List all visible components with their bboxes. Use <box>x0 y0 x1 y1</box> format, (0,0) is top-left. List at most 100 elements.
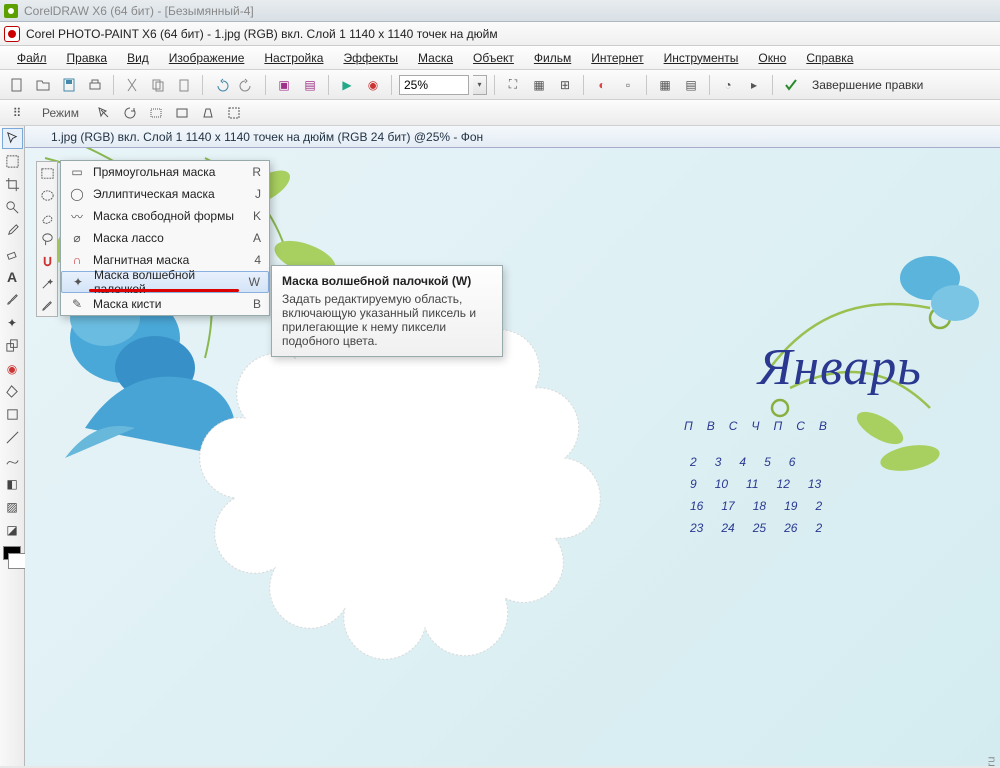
redeye-tool[interactable]: ◉ <box>2 358 23 379</box>
flyout-brush-mask[interactable]: ✎ Маска кисти B <box>61 293 269 315</box>
eraser-tool[interactable] <box>2 243 23 264</box>
photopaint-icon <box>4 26 20 42</box>
magic-wand-mask-icon[interactable] <box>37 272 58 294</box>
clear-mask-button[interactable]: ▫ <box>617 74 639 96</box>
freehand-mask-icon[interactable] <box>37 206 58 228</box>
menu-edit[interactable]: Правка <box>58 48 117 68</box>
property-bar: ⠿ Режим <box>0 100 1000 126</box>
mask-overlay-button[interactable]: ◐ <box>591 74 613 96</box>
options-button[interactable]: ▦ <box>654 74 676 96</box>
calendar-row: 232425262 <box>680 521 1000 535</box>
paste-button[interactable] <box>173 74 195 96</box>
line-tool[interactable] <box>2 427 23 448</box>
text-tool[interactable]: A <box>2 266 23 287</box>
toolbox: A ✦ ◉ ◧ ▨ ◪ <box>0 126 25 766</box>
tray-button[interactable]: ▸ <box>743 74 765 96</box>
clone-tool[interactable] <box>2 335 23 356</box>
menu-window[interactable]: Окно <box>749 48 795 68</box>
menu-mask[interactable]: Маска <box>409 48 462 68</box>
mask-tool[interactable] <box>2 151 23 172</box>
mode-normal-button[interactable] <box>93 102 115 124</box>
tooltip-title: Маска волшебной палочкой (W) <box>282 274 492 288</box>
rulers-button[interactable]: ▦ <box>528 74 550 96</box>
flyout-freehand-mask[interactable]: 〰 Маска свободной формы K <box>61 205 269 227</box>
separator <box>113 75 114 95</box>
zoom-dropdown[interactable]: ▾ <box>473 75 487 95</box>
tooltip-popup: Маска волшебной палочкой (W) Задать реда… <box>271 265 503 357</box>
transparency-tool[interactable]: ▨ <box>2 496 23 517</box>
menu-bar: Файл Правка Вид Изображение Настройка Эф… <box>0 46 1000 70</box>
launch-button[interactable]: ▶ <box>336 74 358 96</box>
document-tab[interactable]: 1.jpg (RGB) вкл. Слой 1 1140 x 1140 точе… <box>25 126 1000 148</box>
zoom-tool[interactable] <box>2 197 23 218</box>
mode-rect-button[interactable] <box>223 102 245 124</box>
menu-object[interactable]: Объект <box>464 48 523 68</box>
photopaint-titlebar[interactable]: Corel PHOTO-PAINT X6 (64 бит) - 1.jpg (R… <box>0 22 1000 46</box>
prop-grip-icon: ⠿ <box>6 102 28 124</box>
pick-tool[interactable] <box>2 128 23 149</box>
cut-button[interactable] <box>121 74 143 96</box>
calendar-row: 910111213 <box>680 477 1000 491</box>
zoom-level-input[interactable]: 25% <box>399 75 469 95</box>
dockers-button[interactable]: ▤ <box>680 74 702 96</box>
menu-web[interactable]: Интернет <box>582 48 652 68</box>
fill-tool[interactable] <box>2 381 23 402</box>
color-swatches[interactable] <box>3 546 21 560</box>
mode-distort-button[interactable] <box>171 102 193 124</box>
redo-button[interactable] <box>236 74 258 96</box>
rect-mask-icon[interactable] <box>37 162 58 184</box>
mode-skew-button[interactable] <box>145 102 167 124</box>
calendar-month: Январь <box>680 338 1000 397</box>
flyout-ellipse-mask[interactable]: ◯ Эллиптическая маска J <box>61 183 269 205</box>
menu-effects[interactable]: Эффекты <box>334 48 407 68</box>
finish-edit-button[interactable] <box>780 74 802 96</box>
effect-tool[interactable]: ✦ <box>2 312 23 333</box>
new-button[interactable] <box>6 74 28 96</box>
dropshadow-tool[interactable]: ◪ <box>2 519 23 540</box>
finish-edit-label: Завершение правки <box>812 78 923 92</box>
crop-tool[interactable] <box>2 174 23 195</box>
menu-help[interactable]: Справка <box>797 48 862 68</box>
magnetic-mask-icon[interactable] <box>37 250 58 272</box>
welcome-button[interactable]: ◉ <box>362 74 384 96</box>
interactive-fill-tool[interactable]: ◧ <box>2 473 23 494</box>
eyedropper-tool[interactable] <box>2 220 23 241</box>
document-tab-label: 1.jpg (RGB) вкл. Слой 1 1140 x 1140 точе… <box>51 130 483 144</box>
flyout-lasso-mask[interactable]: ⌀ Маска лассо A <box>61 227 269 249</box>
print-button[interactable] <box>84 74 106 96</box>
calendar-row: 23456 <box>680 455 1000 469</box>
menu-image[interactable]: Изображение <box>160 48 254 68</box>
brush-mask-icon[interactable] <box>37 294 58 316</box>
outer-title-text: CorelDRAW X6 (64 бит) - [Безымянный-4] <box>24 4 254 18</box>
undo-button[interactable] <box>210 74 232 96</box>
mode-perspective-button[interactable] <box>197 102 219 124</box>
lasso-mask-icon[interactable] <box>37 228 58 250</box>
calendar-weekdays: ПВСЧПСВ <box>680 419 1000 433</box>
brush-mask-icon: ✎ <box>69 296 85 312</box>
save-button[interactable] <box>58 74 80 96</box>
menu-file[interactable]: Файл <box>8 48 56 68</box>
fullscreen-button[interactable]: ⛶ <box>502 74 524 96</box>
connect-button[interactable]: ◔ <box>717 74 739 96</box>
menu-adjust[interactable]: Настройка <box>255 48 332 68</box>
import-button[interactable]: ▣ <box>273 74 295 96</box>
calendar-row: 161718192 <box>680 499 1000 513</box>
menu-tools[interactable]: Инструменты <box>655 48 748 68</box>
separator <box>391 75 392 95</box>
shape-tool[interactable] <box>2 404 23 425</box>
copy-button[interactable] <box>147 74 169 96</box>
separator <box>328 75 329 95</box>
menu-view[interactable]: Вид <box>118 48 158 68</box>
separator <box>265 75 266 95</box>
freehand-mask-icon: 〰 <box>69 208 85 224</box>
grid-button[interactable]: ⊞ <box>554 74 576 96</box>
path-tool[interactable] <box>2 450 23 471</box>
menu-movie[interactable]: Фильм <box>525 48 580 68</box>
flyout-rect-mask[interactable]: ▭ Прямоугольная маска R <box>61 161 269 183</box>
magnetic-mask-icon: ∩ <box>69 252 85 268</box>
ellipse-mask-icon[interactable] <box>37 184 58 206</box>
export-button[interactable]: ▤ <box>299 74 321 96</box>
brush-tool[interactable] <box>2 289 23 310</box>
mode-rotate-button[interactable] <box>119 102 141 124</box>
open-button[interactable] <box>32 74 54 96</box>
